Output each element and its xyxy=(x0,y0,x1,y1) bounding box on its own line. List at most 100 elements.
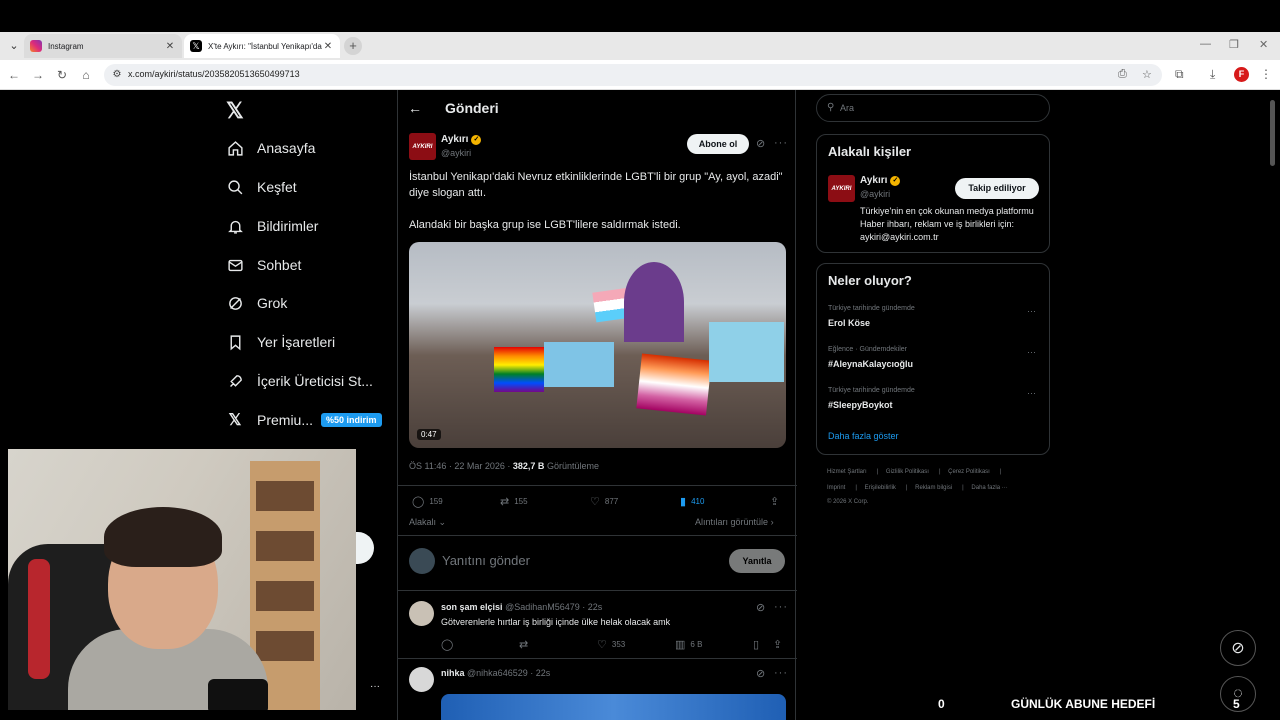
relevant-sort-dropdown[interactable]: Alakalı ⌄ xyxy=(409,517,446,528)
forward-arrow-icon[interactable]: → xyxy=(30,67,46,83)
instagram-icon xyxy=(30,40,42,52)
back-arrow-icon[interactable]: ← xyxy=(6,67,22,83)
comment-like-action[interactable]: ♡ 353 xyxy=(597,638,625,651)
maximize-icon[interactable]: ❐ xyxy=(1229,38,1239,51)
download-icon[interactable]: ⤓ xyxy=(1210,67,1215,82)
new-tab-button[interactable]: + xyxy=(344,37,362,55)
comment-bookmark-action[interactable]: ▯ xyxy=(753,638,764,651)
related-people-panel: Alakalı kişiler AYKIRI Aykırı ✓ @aykiri … xyxy=(816,134,1050,253)
nav-notifications[interactable]: Bildirimler xyxy=(226,213,318,239)
related-name-text: Aykırı xyxy=(860,175,888,186)
mail-icon xyxy=(226,256,244,274)
footer-link[interactable]: Hizmet Şartları xyxy=(827,469,867,475)
more-options-icon[interactable]: ··· xyxy=(370,681,380,692)
grok-action-icon[interactable]: ⊘ xyxy=(756,601,766,614)
comment-views[interactable]: ▥ 6 B xyxy=(675,638,702,651)
tab-instagram[interactable]: Instagram ✕ xyxy=(24,34,182,58)
home-button-icon[interactable]: ⌂ xyxy=(78,67,94,83)
footer-link[interactable]: Reklam bilgisi xyxy=(915,485,952,491)
trend-more-icon[interactable]: ··· xyxy=(1027,347,1036,357)
x-icon: 𝕏 xyxy=(228,412,242,429)
author-avatar[interactable]: AYKIRI xyxy=(409,133,436,160)
x-logo-icon[interactable]: 𝕏 xyxy=(226,98,244,124)
copyright: © 2026 X Corp. xyxy=(827,499,869,505)
view-quotes-link[interactable]: Alıntıları görüntüle › xyxy=(695,517,774,527)
site-settings-icon[interactable]: ⚙ xyxy=(110,68,124,82)
right-sidebar: ⚲ Ara Alakalı kişiler AYKIRI Aykırı ✓ @a… xyxy=(816,90,1051,720)
comment-avatar[interactable] xyxy=(409,601,434,626)
footer-link[interactable]: Gizlilik Politikası xyxy=(886,469,929,475)
more-options-icon[interactable]: ··· xyxy=(774,601,788,613)
nav-creator-studio[interactable]: İçerik Üreticisi St... xyxy=(226,368,373,394)
nav-label: Anasayfa xyxy=(257,140,316,156)
nav-premium[interactable]: 𝕏 Premiu... %50 indirim xyxy=(226,407,382,433)
more-options-icon[interactable]: ··· xyxy=(774,667,788,679)
tab-search-chevron-icon[interactable]: ⌄ xyxy=(6,38,22,54)
related-avatar[interactable]: AYKIRI xyxy=(828,175,855,202)
trend-item[interactable]: #SleepyBoykot xyxy=(828,400,893,410)
nav-home[interactable]: Anasayfa xyxy=(226,135,315,161)
extensions-icon[interactable]: ⧉ xyxy=(1175,67,1184,82)
menu-kebab-icon[interactable]: ⋮ xyxy=(1260,67,1272,81)
footer-link[interactable]: Çerez Politikası xyxy=(948,469,990,475)
nav-bookmarks[interactable]: Yer İşaretleri xyxy=(226,329,335,355)
author-name[interactable]: Aykırı ✓ xyxy=(441,134,482,145)
comment-share-action[interactable]: ⇪ xyxy=(773,638,787,651)
post-video[interactable]: 0:47 xyxy=(409,242,786,448)
footer-link[interactable]: Imprint xyxy=(827,485,845,491)
like-action[interactable]: ♡ 877 xyxy=(590,495,618,508)
reply-action[interactable]: ◯ 159 xyxy=(412,495,443,508)
nav-explore[interactable]: Keşfet xyxy=(226,174,297,200)
related-name[interactable]: Aykırı ✓ xyxy=(860,175,901,186)
comment-author[interactable]: nihka @nihka646529 · 22s xyxy=(441,668,550,678)
grok-action-icon[interactable]: ⊘ xyxy=(756,667,766,680)
back-arrow-icon[interactable]: ← xyxy=(408,100,422,116)
close-tab-icon[interactable]: ✕ xyxy=(322,41,334,52)
footer-link[interactable]: Erişilebilirlik xyxy=(865,485,896,491)
related-handle[interactable]: @aykiri xyxy=(860,189,890,199)
tab-x-post[interactable]: 𝕏 X'te Aykırı: "İstanbul Yenikapı'da ✕ xyxy=(184,34,340,58)
goal-current: 0 xyxy=(938,697,945,711)
show-more-link[interactable]: Daha fazla göster xyxy=(828,431,899,441)
minimize-icon[interactable]: — xyxy=(1200,38,1211,50)
bookmark-count: 410 xyxy=(691,497,705,506)
search-input[interactable]: ⚲ Ara xyxy=(816,94,1050,122)
bookmark-action[interactable]: ▮ 410 xyxy=(680,495,704,508)
reply-icon: ◯ xyxy=(412,496,425,508)
bookmark-star-icon[interactable]: ☆ xyxy=(1142,68,1152,81)
trend-item[interactable]: #AleynaKalaycıoğlu xyxy=(828,359,913,369)
profile-avatar[interactable]: F xyxy=(1234,67,1249,82)
trend-more-icon[interactable]: ··· xyxy=(1027,306,1036,316)
repost-icon: ⇄ xyxy=(519,639,529,651)
close-tab-icon[interactable]: ✕ xyxy=(164,41,176,52)
reply-button[interactable]: Yanıtla xyxy=(729,549,785,573)
grok-action-icon[interactable]: ⊘ xyxy=(756,137,766,150)
comment-media[interactable] xyxy=(441,694,786,720)
subscribe-button[interactable]: Abone ol xyxy=(687,134,749,154)
footer-link[interactable]: Daha fazla ··· xyxy=(971,485,1007,491)
reload-icon[interactable]: ↻ xyxy=(54,67,70,83)
author-handle[interactable]: @aykiri xyxy=(441,148,471,158)
chevron-down-icon: ⌄ xyxy=(438,517,447,527)
comment-repost-action[interactable]: ⇄ xyxy=(519,638,533,651)
repost-action[interactable]: ⇄ 155 xyxy=(500,495,528,508)
following-button[interactable]: Takip ediliyor xyxy=(955,178,1039,199)
grok-float-icon[interactable]: ⊘ xyxy=(1220,630,1256,666)
share-action[interactable]: ⇪ xyxy=(770,495,784,508)
address-bar[interactable]: ⚙ x.com/aykiri/status/203582051365049971… xyxy=(104,64,1162,86)
flag-image xyxy=(494,347,544,392)
trend-item[interactable]: Erol Köse xyxy=(828,318,870,328)
more-options-icon[interactable]: ··· xyxy=(774,137,788,149)
page-scrollbar[interactable] xyxy=(1270,100,1275,166)
nav-grok[interactable]: Grok xyxy=(226,290,287,316)
nav-chat[interactable]: Sohbet xyxy=(226,252,301,278)
comment-avatar[interactable] xyxy=(409,667,434,692)
close-window-icon[interactable]: ✕ xyxy=(1259,38,1268,51)
install-app-icon[interactable]: ⎙ xyxy=(1118,68,1127,81)
trend-more-icon[interactable]: ··· xyxy=(1027,388,1036,398)
my-avatar[interactable] xyxy=(409,548,435,574)
comment-author[interactable]: son şam elçisi @SadihanM56479 · 22s xyxy=(441,602,602,612)
comment-reply-action[interactable]: ◯ xyxy=(441,638,458,651)
reply-input[interactable]: Yanıtını gönder xyxy=(442,553,530,568)
goal-label: GÜNLÜK ABUNE HEDEFİ xyxy=(1011,697,1156,711)
